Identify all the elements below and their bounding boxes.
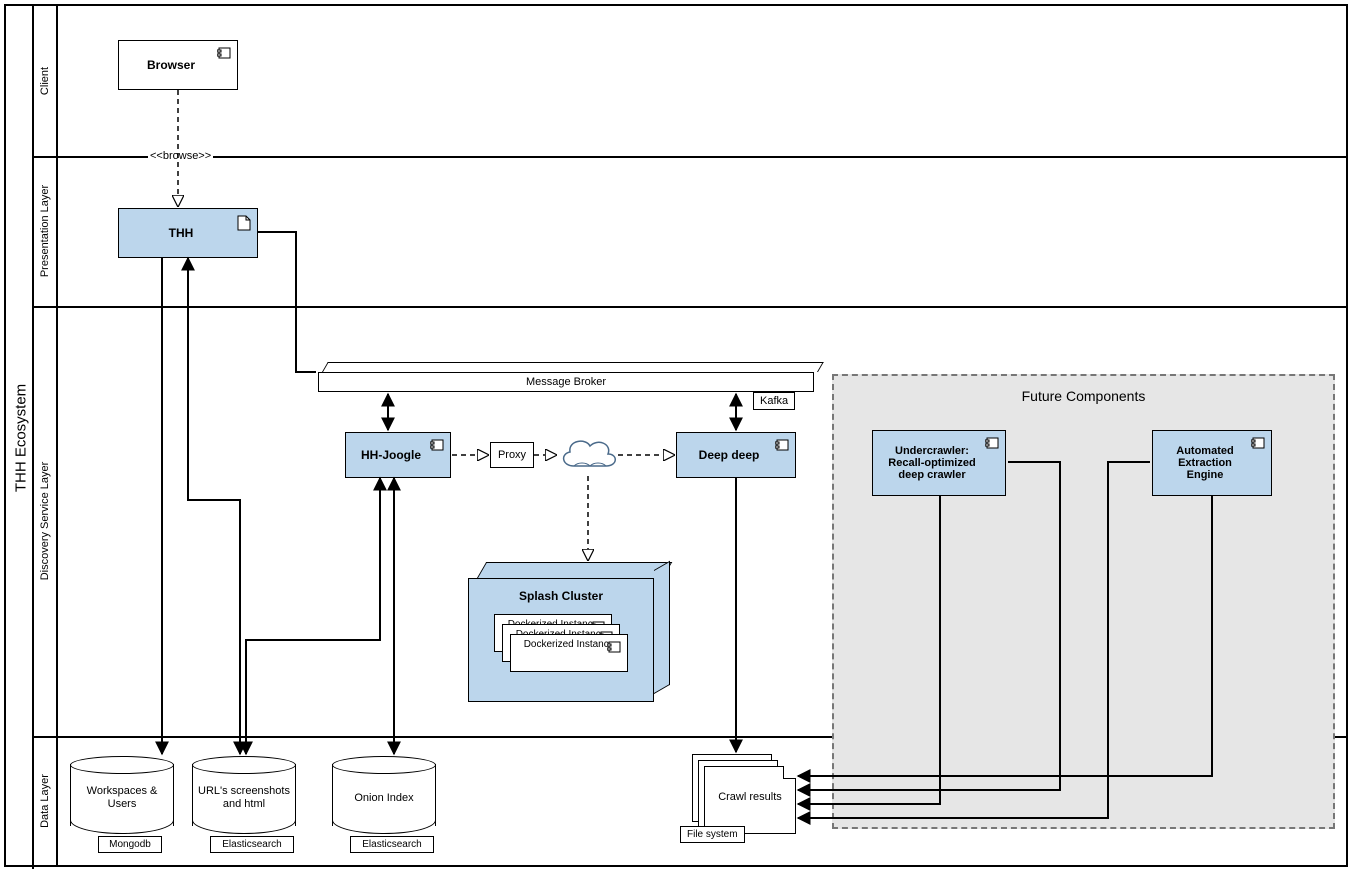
onion-db: Onion Index bbox=[332, 756, 436, 834]
future-components-title: Future Components bbox=[834, 388, 1333, 404]
component-icon bbox=[217, 47, 231, 59]
broker-3d-top bbox=[322, 362, 824, 372]
component-icon bbox=[775, 439, 789, 451]
component-icon bbox=[985, 437, 999, 449]
kafka-tag: Kafka bbox=[753, 392, 795, 410]
message-broker: Message Broker bbox=[318, 372, 814, 392]
component-icon bbox=[607, 641, 621, 653]
urls-db-tech: Elasticsearch bbox=[210, 836, 294, 853]
lane-label-data: Data Layer bbox=[34, 736, 58, 865]
lane-divider bbox=[34, 156, 1346, 158]
workspaces-db: Workspaces & Users bbox=[70, 756, 174, 834]
lane-label-presentation: Presentation Layer bbox=[34, 156, 58, 306]
browser-component: Browser bbox=[118, 40, 238, 90]
urls-db: URL's screenshots and html bbox=[192, 756, 296, 834]
splash-3d-side bbox=[654, 561, 670, 694]
diagram-canvas: THH Ecosystem Client Presentation Layer … bbox=[0, 0, 1353, 873]
ecosystem-title: THH Ecosystem bbox=[13, 383, 30, 491]
browse-edge-label: <<browse>> bbox=[148, 150, 213, 162]
deep-deep-component: Deep deep bbox=[676, 432, 796, 478]
thh-component: THH bbox=[118, 208, 258, 258]
crawl-results-file: Crawl results bbox=[704, 766, 796, 834]
hh-joogle-component: HH-Joogle bbox=[345, 432, 451, 478]
proxy-box: Proxy bbox=[490, 442, 534, 468]
onion-db-tech: Elasticsearch bbox=[350, 836, 434, 853]
component-icon bbox=[430, 439, 444, 451]
page-icon bbox=[237, 215, 251, 231]
ecosystem-title-col: THH Ecosystem bbox=[10, 6, 34, 869]
workspaces-db-tech: Mongodb bbox=[98, 836, 162, 853]
lane-label-discovery: Discovery Service Layer bbox=[34, 306, 58, 736]
lane-divider bbox=[34, 306, 1346, 308]
dockerized-instance: Dockerized Instance bbox=[510, 634, 628, 672]
component-icon bbox=[1251, 437, 1265, 449]
splash-3d-top bbox=[477, 562, 672, 578]
crawl-results-tech: File system bbox=[680, 826, 745, 843]
extraction-engine-component: Automated Extraction Engine bbox=[1152, 430, 1272, 496]
cloud-icon bbox=[556, 432, 620, 476]
undercrawler-component: Undercrawler: Recall-optimized deep craw… bbox=[872, 430, 1006, 496]
lane-label-client: Client bbox=[34, 6, 58, 156]
